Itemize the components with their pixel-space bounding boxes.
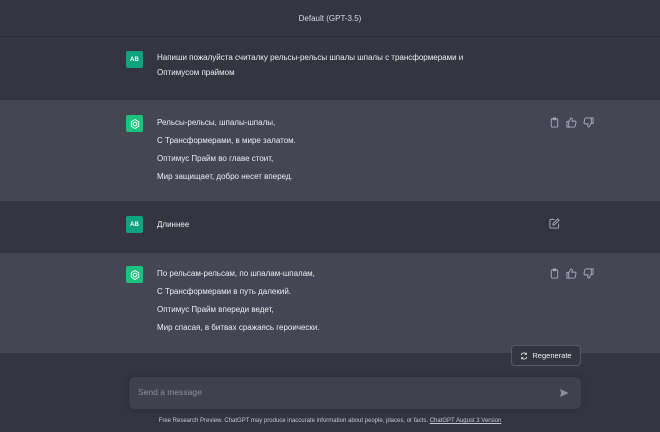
- regenerate-label: Regenerate: [532, 351, 572, 360]
- user-message: AB Напиши пожалуйста считалку рельсы-рел…: [0, 38, 660, 100]
- assistant-message: По рельсам-рельсам, по шпалам-шпалам, С …: [0, 253, 660, 353]
- refresh-icon: [521, 352, 528, 359]
- message-text: Рельсы-рельсы, шпалы-шпалы, С Трансформе…: [157, 118, 296, 181]
- top-bar: Default (GPT-3.5): [0, 0, 660, 37]
- message-input-placeholder: Send a message: [138, 387, 202, 397]
- assistant-message: Рельсы-рельсы, шпалы-шпалы, С Трансформе…: [0, 100, 660, 201]
- message-actions: [549, 268, 594, 279]
- message-actions: [549, 218, 560, 229]
- footer: Free Research Preview. ChatGPT may produ…: [0, 418, 660, 424]
- thumbs-down-icon[interactable]: [583, 117, 594, 128]
- message-text: Длиннее: [157, 220, 190, 229]
- footer-text: Free Research Preview. ChatGPT may produ…: [158, 418, 429, 424]
- copy-icon[interactable]: [549, 117, 560, 128]
- message-text: По рельсам-рельсам, по шпалам-шпалам, С …: [157, 269, 320, 332]
- thumbs-up-icon[interactable]: [566, 268, 577, 279]
- edit-icon[interactable]: [549, 218, 560, 229]
- message-actions: [549, 117, 594, 128]
- copy-icon[interactable]: [549, 268, 560, 279]
- regenerate-button[interactable]: Regenerate: [511, 345, 581, 366]
- user-avatar: AB: [126, 216, 143, 233]
- chatgpt-logo-icon: [126, 115, 143, 132]
- send-icon[interactable]: [559, 388, 569, 398]
- chatgpt-logo-icon: [126, 266, 143, 283]
- message-input[interactable]: Send a message: [129, 377, 581, 409]
- version-link[interactable]: ChatGPT August 3 Version: [430, 418, 502, 424]
- model-label[interactable]: Default (GPT-3.5): [299, 14, 362, 23]
- thumbs-up-icon[interactable]: [566, 117, 577, 128]
- user-avatar: AB: [126, 51, 143, 68]
- user-message: AB Длиннее: [0, 201, 660, 253]
- thumbs-down-icon[interactable]: [583, 268, 594, 279]
- message-text: Напиши пожалуйста считалку рельсы-рельсы…: [157, 53, 464, 77]
